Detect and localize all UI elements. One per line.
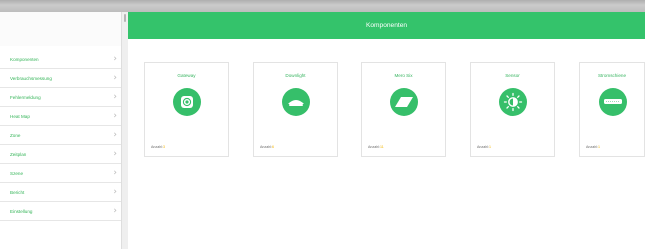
chevron-right-icon: ›: [113, 73, 117, 83]
sidebar-item-label: Komponenten: [10, 57, 39, 62]
card-title: Gateway: [177, 73, 196, 78]
count-label: Anzahl:: [368, 145, 380, 149]
count-label: Anzahl:: [260, 145, 272, 149]
sidebar-item-label: Heat Map: [10, 114, 30, 119]
sidebar-item-label: Verbrauchsmessung: [10, 76, 52, 81]
sidebar-item-verbrauchsmessung[interactable]: Verbrauchsmessung ›: [0, 69, 121, 88]
downlight-icon: [282, 88, 310, 116]
count-value: 3: [163, 145, 165, 149]
component-card-stromschiene[interactable]: Stromschiene Anzahl:1: [579, 62, 645, 157]
sidebar-item-einstellung[interactable]: Einstellung ›: [0, 202, 121, 221]
card-title: Sensor: [505, 73, 520, 78]
card-title: Mero Six: [394, 73, 413, 78]
chevron-right-icon: ›: [113, 187, 117, 197]
count-label: Anzahl:: [477, 145, 489, 149]
sidebar-items: Komponenten › Verbrauchsmessung › Fehler…: [0, 50, 121, 221]
sidebar-item-label: Szene: [10, 171, 24, 176]
component-card-mero-six[interactable]: Mero Six Anzahl:11: [361, 62, 446, 157]
count-value: 6: [272, 145, 274, 149]
card-count: Anzahl:11: [368, 145, 384, 149]
sidebar-item-bericht[interactable]: Bericht ›: [0, 183, 121, 202]
chevron-right-icon: ›: [113, 206, 117, 216]
sidebar-item-zeitplan[interactable]: Zeitplan ›: [0, 145, 121, 164]
card-title: Downlight: [285, 73, 306, 78]
count-value: 1: [598, 145, 600, 149]
main-content: Komponenten Gateway Anzahl:3 Downlight A…: [128, 12, 645, 249]
card-count: Anzahl:1: [477, 145, 491, 149]
chevron-right-icon: ›: [113, 92, 117, 102]
sidebar: Komponenten › Verbrauchsmessung › Fehler…: [0, 12, 121, 249]
chevron-right-icon: ›: [113, 111, 117, 121]
panel-light-icon: [390, 88, 418, 116]
card-count: Anzahl:3: [151, 145, 165, 149]
count-label: Anzahl:: [151, 145, 163, 149]
sidebar-item-label: Fehlermeldung: [10, 95, 41, 100]
sidebar-item-label: Zeitplan: [10, 152, 27, 157]
page-title: Komponenten: [128, 12, 645, 39]
component-card-sensor[interactable]: Sensor Anzahl:1: [470, 62, 555, 157]
card-title: Stromschiene: [597, 73, 627, 78]
top-shadow: [0, 0, 645, 5]
component-card-downlight[interactable]: Downlight Anzahl:6: [253, 62, 338, 157]
sidebar-item-label: Bericht: [10, 190, 25, 195]
count-value: 1: [489, 145, 491, 149]
sidebar-item-label: Einstellung: [10, 209, 33, 214]
sidebar-scrollbar[interactable]: [121, 12, 128, 249]
chevron-right-icon: ›: [113, 54, 117, 64]
count-label: Anzahl:: [586, 145, 598, 149]
sensor-icon: [499, 88, 527, 116]
scrollbar-thumb[interactable]: [124, 14, 126, 22]
chevron-right-icon: ›: [113, 149, 117, 159]
sidebar-item-zone[interactable]: Zone ›: [0, 126, 121, 145]
chevron-right-icon: ›: [113, 168, 117, 178]
sidebar-header: [0, 12, 121, 46]
sidebar-item-label: Zone: [10, 133, 21, 138]
card-count: Anzahl:6: [260, 145, 274, 149]
chevron-right-icon: ›: [113, 130, 117, 140]
track-rail-icon: [599, 88, 627, 116]
sidebar-item-szene[interactable]: Szene ›: [0, 164, 121, 183]
component-card-gateway[interactable]: Gateway Anzahl:3: [144, 62, 229, 157]
gateway-icon: [173, 88, 201, 116]
card-count: Anzahl:1: [586, 145, 600, 149]
count-value: 11: [380, 145, 384, 149]
sidebar-item-komponenten[interactable]: Komponenten ›: [0, 50, 121, 69]
sidebar-item-fehlermeldung[interactable]: Fehlermeldung ›: [0, 88, 121, 107]
sidebar-item-heat-map[interactable]: Heat Map ›: [0, 107, 121, 126]
